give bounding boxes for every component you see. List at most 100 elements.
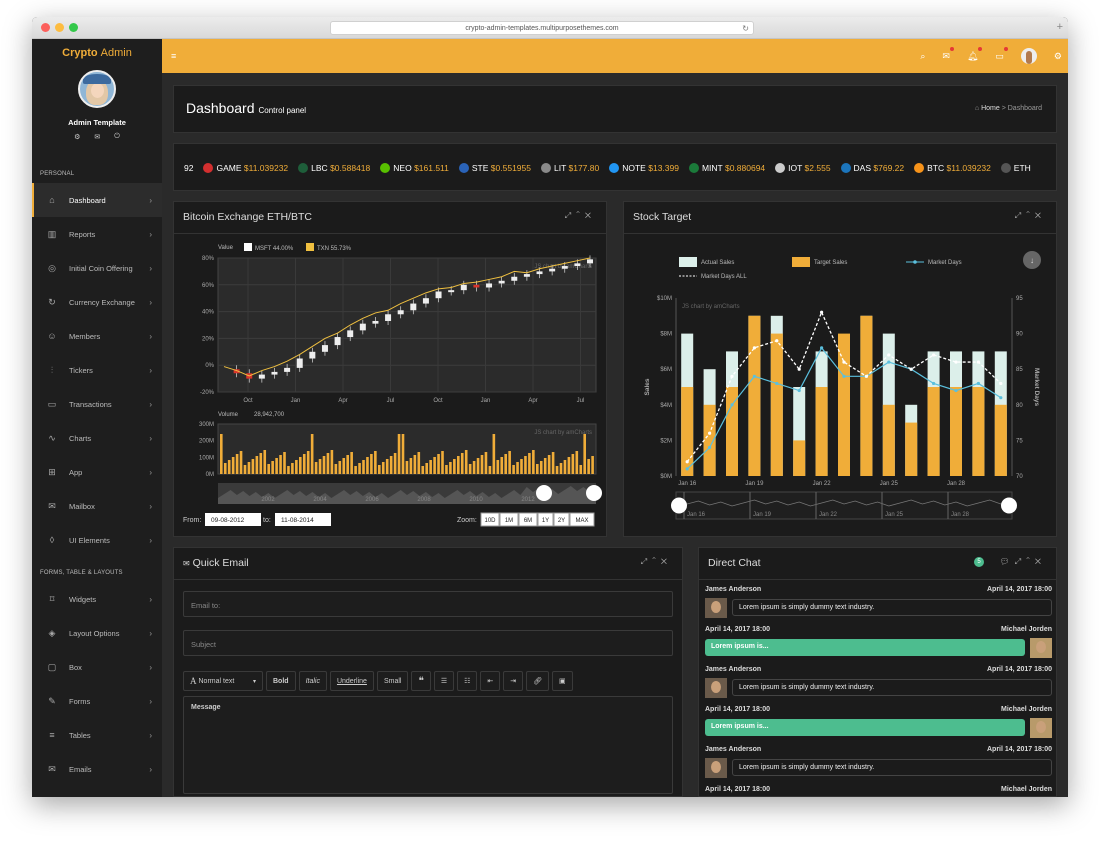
volume-bar	[575, 451, 579, 474]
sidebar-item-reports[interactable]: ▥ Reports ›	[32, 217, 162, 251]
x-tick-label: Jan 19	[745, 481, 764, 487]
chat-bubble: Lorem ipsum is...	[705, 639, 1025, 656]
italic-button[interactable]: Italic	[298, 671, 327, 691]
coin-icon	[540, 163, 551, 173]
reload-icon[interactable]: ↻	[742, 22, 749, 35]
minimize-window-button[interactable]	[55, 23, 64, 32]
chat-meta-right: April 14, 2017 18:00	[987, 666, 1052, 673]
chat-bubble: Lorem ipsum is simply dummy text industr…	[732, 759, 1052, 776]
ticker-price: $2.555	[804, 163, 831, 173]
bitcoin-exchange-chart[interactable]: Value MSFT 44.00% TXN 55.73% 80% 60% 40% 20% 0%…	[174, 234, 606, 536]
contacts-icon[interactable]: 💬︎	[1000, 557, 1015, 566]
expand-icon[interactable]: ⤢	[1015, 211, 1026, 220]
email-to-input[interactable]: Email to:	[183, 591, 673, 617]
sidebar-item-emails[interactable]: ✉ Emails ›	[32, 752, 162, 786]
close-icon[interactable]: ✕	[661, 557, 672, 566]
candle	[271, 371, 278, 375]
candle	[410, 303, 417, 311]
sidebar-item-initial-coin-offering[interactable]: ◎ Initial Coin Offering ›	[32, 251, 162, 285]
envelope-open-icon: ✉	[48, 763, 56, 774]
sidebar-item-ui-elements[interactable]: ◊ UI Elements ›	[32, 523, 162, 557]
user-avatar-small[interactable]	[1020, 48, 1037, 64]
volume-bar	[374, 451, 377, 474]
ticker-item[interactable]: BTC $11.039232	[914, 163, 991, 173]
user-avatar[interactable]	[78, 70, 116, 108]
close-icon[interactable]: ✕	[585, 211, 596, 220]
sidebar-item-dashboard[interactable]: ⌂ Dashboard ›	[32, 183, 162, 217]
sidebar-item-charts[interactable]: ∿ Charts ›	[32, 421, 162, 455]
ticker-item[interactable]: NOTE $13.399	[609, 163, 679, 173]
series-point	[976, 360, 980, 364]
volume-bar	[220, 434, 223, 474]
ticker-item[interactable]: LIT $177.80	[540, 163, 599, 173]
ticker-item[interactable]: MINT $0.880694	[688, 163, 765, 173]
bold-button[interactable]: Bold	[266, 671, 296, 691]
outdent-icon[interactable]: ⇤	[480, 671, 501, 691]
message-textarea[interactable]: Message	[183, 696, 673, 794]
menu-toggle-icon[interactable]: ≡	[171, 51, 176, 61]
collapse-icon[interactable]: ⌃	[1026, 557, 1035, 566]
sidebar-item-box[interactable]: ▢ Box ›	[32, 650, 162, 684]
collapse-icon[interactable]: ⌃	[652, 557, 661, 566]
messages-icon[interactable]: ✉	[942, 46, 954, 62]
sidebar-item-currency-exchange[interactable]: ↻ Currency Exchange ›	[32, 285, 162, 319]
ticker-item[interactable]: DAS $769.22	[840, 163, 904, 173]
volume-bar	[334, 464, 338, 474]
ticker-item[interactable]: LBC $0.588418	[298, 163, 370, 173]
ticker-item[interactable]: GAME $11.039232	[203, 163, 288, 173]
close-window-button[interactable]	[41, 23, 50, 32]
ticker-item[interactable]: 92	[184, 163, 193, 173]
subject-input[interactable]: Subject	[183, 630, 673, 656]
user-settings-icon[interactable]: ⚙	[74, 133, 80, 141]
chevron-right-icon: ›	[149, 433, 152, 443]
ordered-list-icon[interactable]: ☷	[457, 671, 478, 691]
expand-icon[interactable]: ⤢	[641, 557, 652, 566]
quote-icon[interactable]: ❝	[411, 671, 431, 691]
stock-target-chart[interactable]: Actual Sales Target Sales Market Days Marke…	[624, 234, 1056, 536]
volume-bar	[472, 461, 476, 474]
user-mail-icon[interactable]: ✉	[94, 133, 100, 141]
address-bar[interactable]: crypto-admin-templates.multipurposetheme…	[330, 21, 754, 35]
chat-icon[interactable]: ▭	[995, 46, 1008, 62]
sidebar-item-forms[interactable]: ✎ Forms ›	[32, 684, 162, 718]
sidebar-item-layout-options[interactable]: ◈ Layout Options ›	[32, 616, 162, 650]
sidebar-item-transactions[interactable]: ▭ Transactions ›	[32, 387, 162, 421]
settings-gear-icon[interactable]: ⚙	[1054, 51, 1062, 62]
search-icon[interactable]: ⌕	[920, 51, 925, 62]
browser-titlebar: crypto-admin-templates.multipurposetheme…	[32, 17, 1068, 39]
ticker-item[interactable]: ETH	[1000, 163, 1031, 173]
expand-icon[interactable]: ⤢	[1015, 557, 1026, 566]
collapse-icon[interactable]: ⌃	[576, 211, 585, 220]
collapse-icon[interactable]: ⌃	[1026, 211, 1035, 220]
sidebar-item-members[interactable]: ☺ Members ›	[32, 319, 162, 353]
indent-icon[interactable]: ⇥	[503, 671, 524, 691]
ticker-item[interactable]: IOT $2.555	[775, 163, 831, 173]
volume-bar	[591, 456, 594, 474]
sidebar-item-widgets[interactable]: ⌑ Widgets ›	[32, 582, 162, 616]
brand-logo[interactable]: Crypto Admin	[32, 39, 162, 59]
close-icon[interactable]: ✕	[1035, 557, 1046, 566]
new-tab-icon[interactable]: +	[1057, 21, 1063, 33]
x-tick-label: Jan 28	[947, 481, 966, 487]
user-power-icon[interactable]: ⏻	[114, 133, 120, 141]
series-point	[999, 396, 1003, 400]
close-icon[interactable]: ✕	[1035, 211, 1046, 220]
sidebar-item-mailbox[interactable]: ✉ Mailbox ›	[32, 489, 162, 523]
expand-icon[interactable]: ⤢	[565, 211, 576, 220]
navigator-tick: Jan 25	[885, 512, 904, 518]
sidebar-item-tables[interactable]: ≡ Tables ›	[32, 718, 162, 752]
image-icon[interactable]: ▣	[552, 671, 573, 691]
notifications-icon[interactable]: 🔔︎	[967, 46, 983, 62]
maximize-window-button[interactable]	[69, 23, 78, 32]
underline-button[interactable]: Underline	[329, 671, 374, 691]
text-style-dropdown[interactable]: A Normal text ▾	[183, 671, 263, 691]
ticker-item[interactable]: STE $0.551955	[458, 163, 531, 173]
sidebar-item-app[interactable]: ⊞ App ›	[32, 455, 162, 489]
small-button[interactable]: Small	[376, 671, 409, 691]
ticker-item[interactable]: NEO $161.511	[380, 163, 449, 173]
sidebar-item-tickers[interactable]: ⫶ Tickers ›	[32, 353, 162, 387]
breadcrumb-home[interactable]: Home	[981, 105, 1000, 112]
unordered-list-icon[interactable]: ☰	[433, 671, 455, 691]
ticker-symbol: BTC	[927, 163, 945, 173]
link-icon[interactable]: 🔗︎	[526, 671, 550, 691]
